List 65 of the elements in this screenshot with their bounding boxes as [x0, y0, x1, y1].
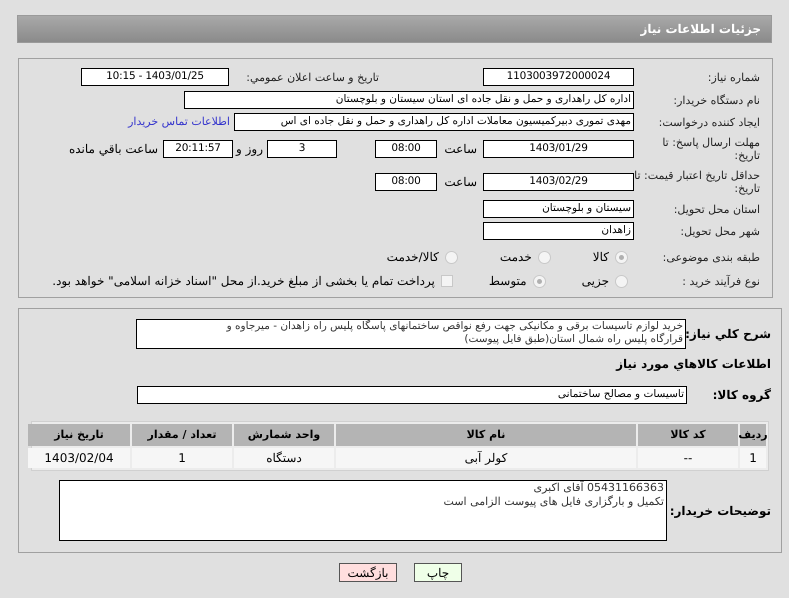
field-label: روز و — [234, 141, 263, 158]
radio-button[interactable] — [532, 274, 546, 288]
text-line: 05431166363 آقای اکبری — [532, 481, 664, 495]
field-label: تاریخ و ساعت اعلان عمومي: — [245, 70, 379, 84]
back-button[interactable]: بازگشت — [339, 563, 397, 582]
input-field[interactable]: 20:11:57 — [163, 140, 233, 158]
table-cell: -- — [638, 448, 738, 468]
radio-button[interactable] — [538, 250, 551, 264]
section-heading: اطلاعات کالاهاي مورد نیاز — [616, 356, 771, 373]
input-field[interactable]: 08:00 — [375, 140, 437, 158]
input-field[interactable]: تاسیسات و مصالح ساختمانی — [137, 386, 687, 404]
text-area[interactable]: خرید لوازم تاسیسات برقی و مکانیکی جهت رفع نواقص ساختمانهای پاسگاه پلیس راه زاهدان - میرجاوه و قرارگاه پلیس راه شمال استان(طبق فایل پیوست) — [136, 319, 686, 349]
radio-button[interactable] — [444, 250, 458, 264]
input-field[interactable]: 08:00 — [375, 173, 437, 191]
field-label: ساعت باقي مانده — [68, 141, 158, 158]
text-line: خرید لوازم تاسیسات برقی و مکانیکی جهت رفع نواقص ساختمانهای پاسگاه پلیس راه زاهدان - میرجاوه و — [225, 320, 683, 332]
input-field[interactable]: 1403/01/29 — [483, 140, 634, 158]
text-line: تکمیل و بارگزاری فایل های پیوست الزامی است — [442, 495, 664, 509]
column-header: نام کالا — [336, 424, 636, 446]
field-label: نام دستگاه خریدار: — [672, 94, 760, 106]
radio-button[interactable] — [615, 274, 628, 288]
field-label: مهلت ارسال پاسخ: تا تاریخ: — [661, 136, 760, 162]
input-field[interactable]: اداره کل راهداری و حمل و نقل جاده ای استان سیستان و بلوچستان — [184, 91, 634, 109]
option-label: خدمت — [500, 249, 532, 266]
field-label: شهر محل تحویل: — [679, 224, 760, 238]
field-label: حداقل تاریخ اعتبار قیمت: تا تاریخ: — [634, 169, 760, 195]
field-label: ساعت — [443, 174, 477, 191]
input-field[interactable]: سیستان و بلوچستان — [483, 200, 634, 218]
input-field[interactable]: 3 — [267, 140, 337, 158]
column-header: ردیف — [740, 424, 766, 446]
contact-link[interactable]: اطلاعات تماس خریدار — [128, 114, 230, 130]
column-header: واحد شمارش — [234, 424, 334, 446]
table-cell: 1 — [740, 448, 766, 468]
field-label: شماره نیاز: — [706, 70, 760, 84]
field-label: استان محل تحویل: — [672, 202, 760, 216]
print-button[interactable]: چاپ — [414, 563, 462, 582]
field-label: توضیحات خریدار: — [668, 502, 771, 520]
text-line: قرارگاه پلیس راه شمال استان(طبق فایل پیوست) — [463, 333, 683, 346]
field-label: طبقه بندی موضوعی: — [662, 250, 760, 264]
option-label: پرداخت تمام یا بخشی از مبلغ خرید.از محل "اسناد خزانه اسلامی" خواهد بود. — [52, 273, 435, 290]
table-cell: 1403/02/04 — [28, 448, 130, 468]
table-cell: کولر آبی — [336, 448, 636, 468]
field-label: ساعت — [443, 141, 477, 158]
field-label: ایجاد کننده درخواست: — [658, 116, 760, 128]
option-label: متوسط — [488, 273, 527, 290]
column-header: تعداد / مقدار — [132, 424, 232, 446]
option-label: جزیی — [582, 273, 609, 290]
column-header: کد کالا — [638, 424, 738, 446]
input-field[interactable]: زاهدان — [483, 222, 634, 240]
input-field[interactable]: 1403/02/29 — [483, 173, 634, 191]
field-label: شرح کلي نیاز: — [686, 326, 771, 343]
input-field[interactable]: مهدی تموری دبیرکمیسیون معاملات اداره کل راهداری و حمل و نقل جاده ای اس — [234, 113, 634, 131]
text-area[interactable]: 05431166363 آقای اکبری تکمیل و بارگزاری فایل های پیوست الزامی است — [59, 480, 667, 541]
table-cell: 1 — [132, 448, 232, 468]
input-field[interactable]: 1403/01/25 - 10:15 — [81, 68, 229, 86]
column-header: تاریخ نیاز — [28, 424, 130, 446]
field-label: نوع فرآیند خرید : — [681, 274, 760, 288]
field-label: گروه کالا: — [712, 387, 771, 404]
input-field[interactable]: 1103003972000024 — [483, 68, 634, 86]
option-label: کالا/خدمت — [386, 249, 439, 266]
radio-button[interactable] — [615, 250, 628, 264]
option-label: کالا — [592, 249, 609, 266]
page-title: جزئیات اطلاعات نیاز — [640, 21, 761, 38]
table-cell: دستگاه — [234, 448, 334, 468]
checkbox[interactable] — [440, 275, 453, 287]
